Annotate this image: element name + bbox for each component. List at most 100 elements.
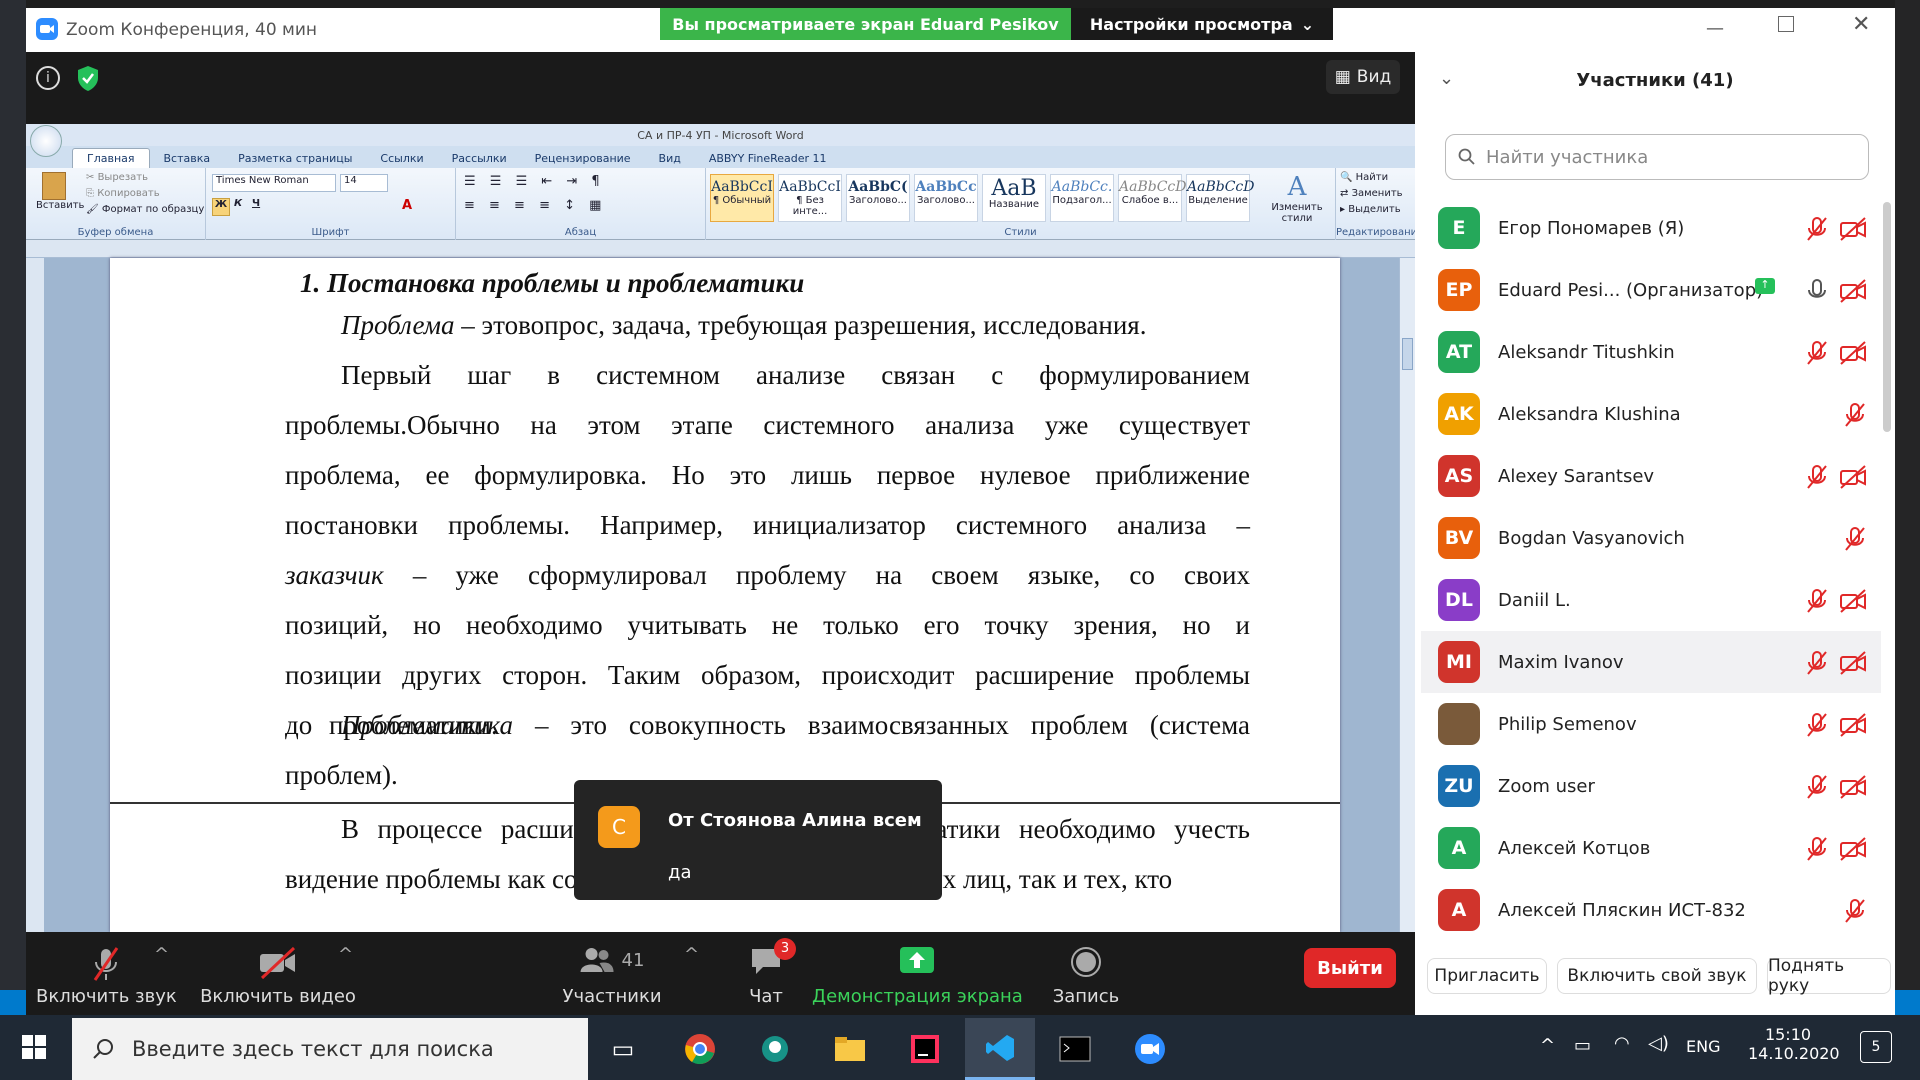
notifications-icon[interactable]: 5 xyxy=(1860,1031,1892,1063)
tab-view[interactable]: Вид xyxy=(645,149,695,168)
clock[interactable]: 15:10 14.10.2020 xyxy=(1748,1025,1840,1063)
cut-button[interactable]: ✂ Вырезать xyxy=(86,172,148,183)
participants-button[interactable]: 41 Участники xyxy=(542,932,682,1015)
participant-row[interactable]: AK Aleksandra Klushina xyxy=(1421,383,1881,445)
participant-row[interactable]: A Алексей Пляскин ИСТ-832 xyxy=(1421,879,1881,941)
participant-row[interactable]: A Алексей Котцов xyxy=(1421,817,1881,879)
leave-button[interactable]: Выйти xyxy=(1304,948,1396,988)
participant-row[interactable]: DL Daniil L. xyxy=(1421,569,1881,631)
format-painter-button[interactable]: 🖌 Формат по образцу xyxy=(86,204,204,215)
font-group-label: Шрифт xyxy=(311,227,350,238)
list-icons[interactable]: ☰ ☰ ☰ ⇤ ⇥ ¶ xyxy=(464,174,605,189)
raise-hand-button[interactable]: Поднять руку xyxy=(1767,956,1891,996)
cut-label: Вырезать xyxy=(97,172,148,183)
style-heading2[interactable]: AaBbCc Заголово... xyxy=(914,174,978,222)
participant-row[interactable]: ZU Zoom user xyxy=(1421,755,1881,817)
vscode-icon[interactable] xyxy=(965,1018,1035,1080)
volume-icon[interactable]: ◁) xyxy=(1648,1033,1669,1054)
participant-row[interactable]: AT Aleksandr Titushkin xyxy=(1421,321,1881,383)
participants-count: 41 xyxy=(621,949,645,971)
taskbar-search-input[interactable]: Введите здесь текст для поиска xyxy=(72,1018,588,1080)
document-scrollbar[interactable] xyxy=(1399,258,1415,932)
file-explorer-icon[interactable] xyxy=(815,1018,885,1080)
wifi-icon[interactable]: ◠ xyxy=(1614,1033,1630,1054)
gitkraken-icon[interactable] xyxy=(740,1018,810,1080)
underline-button[interactable]: Ч xyxy=(252,198,260,209)
participant-avatar: AS xyxy=(1438,455,1480,497)
chrome-icon[interactable] xyxy=(665,1018,735,1080)
style-subtle-emphasis[interactable]: AaBbCcD Слабое в... xyxy=(1118,174,1186,222)
participant-row[interactable]: EP Eduard Pesi... (Организатор) ↑ xyxy=(1421,259,1881,321)
style-subtitle[interactable]: AaBbCc. Подзагол... xyxy=(1050,174,1114,222)
battery-icon[interactable]: ▭ xyxy=(1574,1035,1591,1056)
style-title[interactable]: AaB Название xyxy=(982,174,1046,222)
tab-insert[interactable]: Вставка xyxy=(150,149,225,168)
record-button[interactable]: Запись xyxy=(1036,932,1136,1015)
participants-chevron-icon[interactable]: ^ xyxy=(684,944,699,965)
minimize-icon[interactable]: — xyxy=(1706,18,1724,39)
tab-abbyy[interactable]: ABBYY FineReader 11 xyxy=(695,149,841,168)
zoom-taskbar-icon[interactable] xyxy=(1115,1018,1185,1080)
terminal-icon[interactable] xyxy=(1040,1018,1110,1080)
scroll-thumb[interactable] xyxy=(1402,338,1413,370)
participant-row[interactable]: BV Bogdan Vasyanovich xyxy=(1421,507,1881,569)
style-normal[interactable]: AaBbCcI ¶ Обычный xyxy=(710,174,774,222)
participant-list-scrollbar[interactable] xyxy=(1883,202,1891,432)
participant-search-input[interactable]: Найти участника xyxy=(1445,134,1869,180)
mic-on-icon xyxy=(1808,279,1826,298)
participant-status-icons xyxy=(1843,898,1867,924)
tab-review[interactable]: Рецензирование xyxy=(521,149,645,168)
chat-button[interactable]: 3 Чат xyxy=(726,932,806,1015)
intellij-icon[interactable] xyxy=(890,1018,960,1080)
font-color-icon[interactable]: A xyxy=(402,198,412,213)
view-settings-button[interactable]: Настройки просмотра ⌄ xyxy=(1071,8,1333,40)
clipboard-group: Вставить ✂ Вырезать ⎘ Копировать 🖌 Форма… xyxy=(26,168,206,240)
tab-references[interactable]: Ссылки xyxy=(366,149,437,168)
maximize-icon[interactable] xyxy=(1778,16,1794,32)
participant-name: Алексей Котцов xyxy=(1498,837,1651,859)
participant-status-icons xyxy=(1805,588,1867,614)
tab-home[interactable]: Главная xyxy=(72,148,150,168)
chat-notification[interactable]: С От Стоянова Алина всем да xyxy=(574,780,942,900)
info-icon[interactable]: i xyxy=(36,66,60,90)
tab-page-layout[interactable]: Разметка страницы xyxy=(224,149,366,168)
shield-icon[interactable] xyxy=(76,64,100,96)
mic-muted-icon xyxy=(1807,713,1827,737)
style-title-preview: AaB xyxy=(991,176,1037,201)
participant-row[interactable]: AS Alexey Sarantsev xyxy=(1421,445,1881,507)
copy-button[interactable]: ⎘ Копировать xyxy=(86,188,160,199)
align-icons[interactable]: ≡ ≡ ≡ ≡ ↕ ▦ xyxy=(464,198,606,213)
office-button-icon[interactable] xyxy=(30,125,62,157)
find-button[interactable]: 🔍 Найти xyxy=(1340,172,1388,183)
tray-chevron-up-icon[interactable]: ^ xyxy=(1540,1035,1555,1056)
windows-start-icon[interactable] xyxy=(22,1035,46,1063)
windows-taskbar: Введите здесь текст для поиска ▭ ^ ▭ ◠ ◁… xyxy=(0,1015,1920,1080)
select-button[interactable]: ▸ Выделить xyxy=(1340,204,1401,215)
style-no-spacing[interactable]: AaBbCcI ¶ Без инте... xyxy=(778,174,842,222)
share-screen-button[interactable]: Демонстрация экрана xyxy=(812,932,1023,1015)
participant-row[interactable]: Philip Semenov xyxy=(1421,693,1881,755)
font-size-select[interactable]: 14 xyxy=(340,174,388,192)
style-emphasis[interactable]: AaBbCcD Выделение xyxy=(1186,174,1254,222)
style-heading1[interactable]: AaBbC(Заголово... xyxy=(846,174,910,222)
start-video-button[interactable]: Включить видео xyxy=(194,932,362,1015)
view-button[interactable]: ▦ Вид xyxy=(1326,60,1400,94)
clipboard-group-label: Буфер обмена xyxy=(77,227,154,238)
unmute-me-button[interactable]: Включить свой звук xyxy=(1557,958,1757,994)
close-icon[interactable]: ✕ xyxy=(1852,12,1870,37)
bold-button[interactable]: Ж xyxy=(212,198,230,216)
mic-muted-icon xyxy=(1807,589,1827,613)
participant-row[interactable]: MI Maxim Ivanov xyxy=(1421,631,1881,693)
participant-row[interactable]: E Егор Пономарев (Я) xyxy=(1421,197,1881,259)
change-styles-button[interactable]: A Изменить стили xyxy=(1266,172,1328,224)
tab-mailings[interactable]: Рассылки xyxy=(438,149,521,168)
video-options-chevron-icon[interactable]: ^ xyxy=(338,944,353,965)
paste-button[interactable]: Вставить xyxy=(36,172,84,218)
invite-button[interactable]: Пригласить xyxy=(1427,958,1547,994)
language-indicator[interactable]: ENG xyxy=(1686,1037,1720,1056)
font-name-select[interactable]: Times New Roman xyxy=(212,174,336,192)
italic-button[interactable]: К xyxy=(234,198,242,209)
replace-button[interactable]: ⇄ Заменить xyxy=(1340,188,1403,199)
audio-options-chevron-icon[interactable]: ^ xyxy=(154,944,169,965)
task-view-icon[interactable]: ▭ xyxy=(588,1018,658,1080)
